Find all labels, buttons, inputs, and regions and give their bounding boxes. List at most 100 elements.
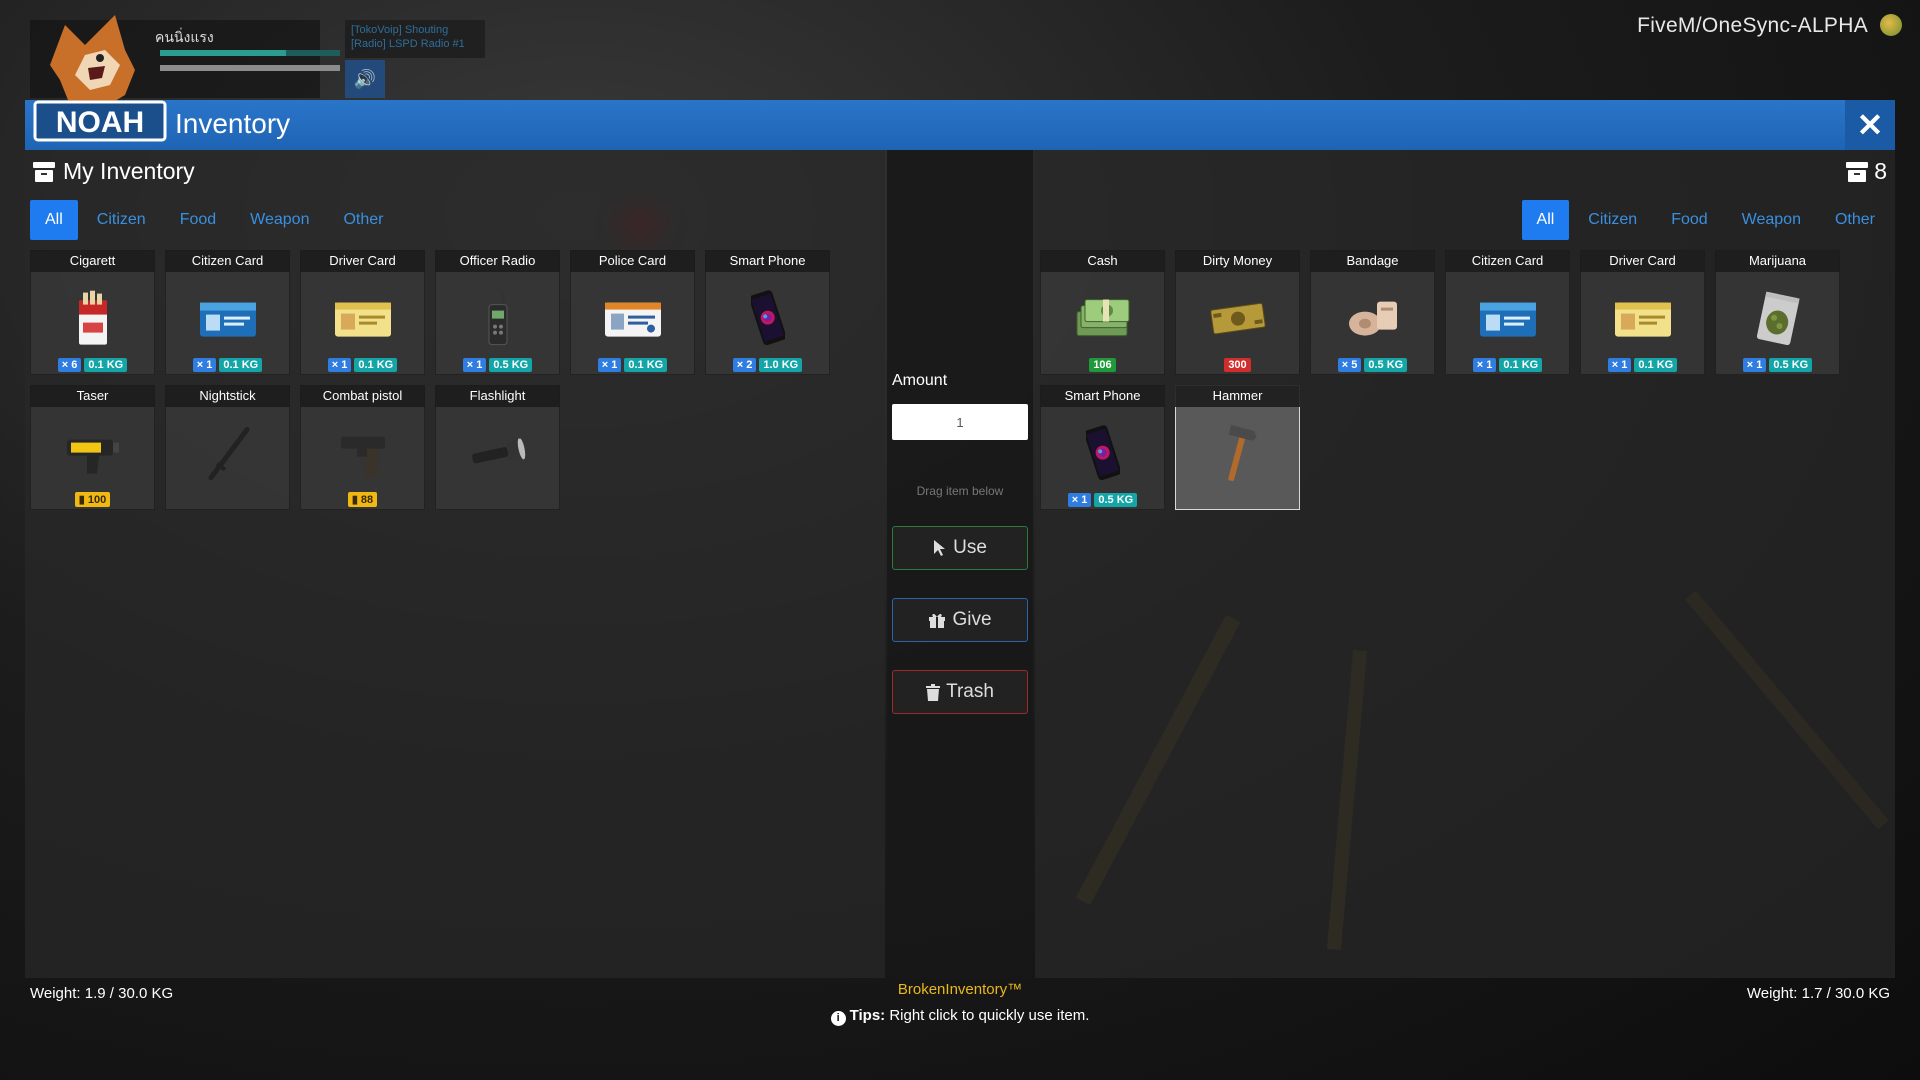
- item-name: Combat pistol: [300, 385, 425, 407]
- item-slot[interactable]: Driver Card × 1 0.1 KG: [300, 250, 425, 375]
- other-inventory-count: 8: [1846, 158, 1887, 185]
- taser-icon: [61, 422, 125, 486]
- left-tab-other[interactable]: Other: [328, 200, 398, 240]
- nightstick-icon: [196, 422, 260, 486]
- quantity-badge: × 1: [462, 358, 487, 372]
- item-slot[interactable]: Citizen Card × 1 0.1 KG: [165, 250, 290, 375]
- citizen-card-icon: [1476, 287, 1540, 351]
- item-badges: 106: [1040, 358, 1165, 372]
- left-tab-all[interactable]: All: [30, 200, 78, 240]
- item-badges: × 1 0.1 KG: [1580, 358, 1705, 372]
- item-badges: × 1 0.1 KG: [165, 358, 290, 372]
- weight-badge: 0.1 KG: [1499, 358, 1543, 372]
- item-slot[interactable]: Bandage × 5 0.5 KG: [1310, 250, 1435, 375]
- item-name: Hammer: [1175, 385, 1300, 407]
- item-name: Cigarett: [30, 250, 155, 272]
- smartphone-icon: [736, 287, 800, 351]
- item-slot[interactable]: Cash 106: [1040, 250, 1165, 375]
- item-slot[interactable]: Marijuana × 1 0.5 KG: [1715, 250, 1840, 375]
- server-logo-icon: [1880, 14, 1902, 36]
- item-slot[interactable]: Combat pistol ▮ 88: [300, 385, 425, 510]
- use-label: Use: [953, 537, 987, 558]
- give-label: Give: [952, 609, 992, 630]
- item-name: Smart Phone: [1040, 385, 1165, 407]
- item-slot[interactable]: Dirty Money 300: [1175, 250, 1300, 375]
- item-slot[interactable]: Flashlight: [435, 385, 560, 510]
- smartphone-icon: [1071, 422, 1135, 486]
- item-name: Dirty Money: [1175, 250, 1300, 272]
- brand-label: BrokenInventory™: [897, 981, 1023, 998]
- trash-button[interactable]: Trash: [892, 670, 1028, 714]
- item-slot[interactable]: Nightstick: [165, 385, 290, 510]
- item-name: Driver Card: [1580, 250, 1705, 272]
- police-card-icon: [601, 287, 665, 351]
- right-tab-weapon[interactable]: Weapon: [1727, 200, 1816, 240]
- money-badge: 106: [1089, 358, 1116, 372]
- left-weight: Weight: 1.9 / 30.0 KG: [30, 985, 174, 1002]
- health-bar: [160, 50, 340, 56]
- inventory-header: Inventory ✕: [25, 100, 1895, 150]
- voice-mode-text: [TokoVoip] Shouting: [351, 24, 449, 36]
- item-name: Taser: [30, 385, 155, 407]
- item-name: Driver Card: [300, 250, 425, 272]
- item-slot[interactable]: Smart Phone × 2 1.0 KG: [705, 250, 830, 375]
- cash-stack-icon: [1071, 287, 1135, 351]
- radio-channel-text: [Radio] LSPD Radio #1: [351, 38, 465, 50]
- item-badges: × 5 0.5 KG: [1310, 358, 1435, 372]
- give-button[interactable]: Give: [892, 598, 1028, 642]
- right-tab-citizen[interactable]: Citizen: [1573, 200, 1652, 240]
- use-button[interactable]: Use: [892, 526, 1028, 570]
- driver-card-icon: [331, 287, 395, 351]
- left-category-tabs: All Citizen Food Weapon Other: [30, 200, 398, 240]
- item-slot[interactable]: Smart Phone × 1 0.5 KG: [1040, 385, 1165, 510]
- left-tab-food[interactable]: Food: [165, 200, 231, 240]
- my-inventory-panel: My Inventory All Citizen Food Weapon Oth…: [25, 150, 885, 1002]
- quantity-badge: × 2: [732, 358, 757, 372]
- close-icon: ✕: [1856, 107, 1884, 143]
- item-count: 8: [1874, 158, 1887, 184]
- item-badges: ▮ 88: [300, 492, 425, 507]
- item-badges: × 6 0.1 KG: [30, 358, 155, 372]
- close-button[interactable]: ✕: [1845, 100, 1895, 150]
- noah-wolf-logo: NOAH: [33, 15, 167, 142]
- item-slot[interactable]: Citizen Card × 1 0.1 KG: [1445, 250, 1570, 375]
- radio-icon: [466, 287, 530, 351]
- tips-bar: i Tips: Right click to quickly use item.: [0, 1007, 1920, 1026]
- right-tab-other[interactable]: Other: [1820, 200, 1890, 240]
- weight-badge: 0.5 KG: [489, 358, 533, 372]
- quantity-badge: × 1: [192, 358, 217, 372]
- item-slot[interactable]: Police Card × 1 0.1 KG: [570, 250, 695, 375]
- item-slot[interactable]: Driver Card × 1 0.1 KG: [1580, 250, 1705, 375]
- item-badges: × 1 0.5 KG: [1040, 493, 1165, 507]
- drag-hint: Drag item below: [916, 484, 1004, 498]
- right-tab-all[interactable]: All: [1521, 200, 1570, 240]
- item-badges: 300: [1175, 358, 1300, 372]
- item-slot[interactable]: Hammer: [1175, 385, 1300, 510]
- left-tab-citizen[interactable]: Citizen: [82, 200, 161, 240]
- quantity-badge: × 1: [327, 358, 352, 372]
- archive-box-icon: [33, 161, 55, 182]
- my-inventory-label: My Inventory: [63, 158, 195, 184]
- weight-badge: 0.1 KG: [84, 358, 128, 372]
- item-badges: × 1 0.1 KG: [1445, 358, 1570, 372]
- dirty-money-icon: [1206, 287, 1270, 351]
- tips-label: Tips:: [849, 1007, 886, 1024]
- right-tab-food[interactable]: Food: [1656, 200, 1722, 240]
- item-badges: × 1 0.5 KG: [1715, 358, 1840, 372]
- right-category-tabs: All Citizen Food Weapon Other: [1521, 200, 1890, 240]
- speaker-icon: 🔊: [345, 60, 385, 98]
- item-name: Cash: [1040, 250, 1165, 272]
- weight-badge: 0.1 KG: [624, 358, 668, 372]
- weight-badge: 0.1 KG: [1634, 358, 1678, 372]
- tips-text: Right click to quickly use item.: [885, 1007, 1090, 1024]
- item-slot[interactable]: Taser ▮ 100: [30, 385, 155, 510]
- item-slot[interactable]: Cigarett × 6 0.1 KG: [30, 250, 155, 375]
- left-tab-weapon[interactable]: Weapon: [235, 200, 324, 240]
- ammo-badge: ▮ 88: [347, 492, 378, 507]
- gift-icon: [929, 613, 946, 628]
- cigarette-pack-icon: [61, 287, 125, 351]
- weight-badge: 1.0 KG: [759, 358, 803, 372]
- voice-status: [TokoVoip] Shouting [Radio] LSPD Radio #…: [345, 20, 485, 58]
- item-slot[interactable]: Officer Radio × 1 0.5 KG: [435, 250, 560, 375]
- amount-input[interactable]: [892, 404, 1028, 440]
